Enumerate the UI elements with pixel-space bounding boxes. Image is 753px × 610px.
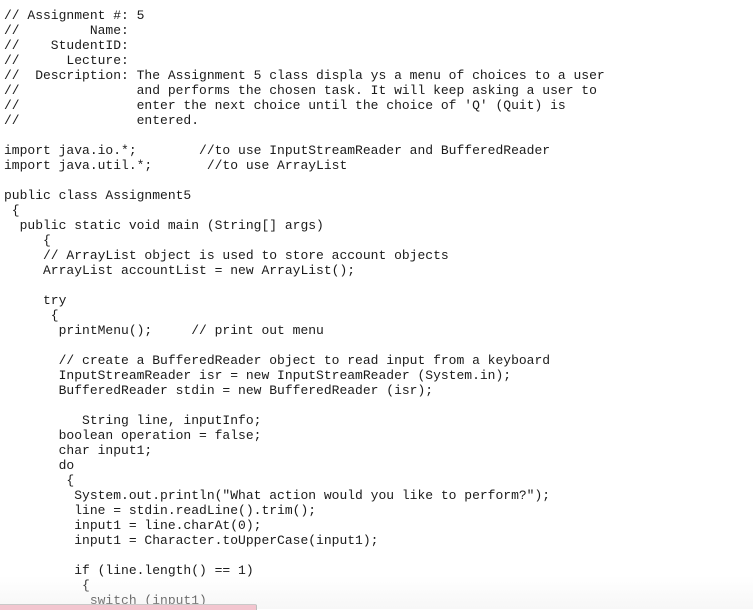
code-line-class-open-brace: {	[4, 203, 20, 218]
code-line-if-open-brace: {	[4, 578, 90, 593]
code-line-isr-decl: InputStreamReader isr = new InputStreamR…	[4, 368, 512, 383]
code-line-header-assignment: // Assignment #: 5	[4, 8, 145, 23]
code-line-arraylist-decl: ArrayList accountList = new ArrayList();	[4, 263, 356, 278]
code-line-try: try	[4, 293, 67, 308]
code-line-arraylist-comment: // ArrayList object is used to store acc…	[4, 248, 449, 263]
code-line-import-io: import java.io.*; //to use InputStreamRe…	[4, 143, 551, 158]
code-line-description-cont-1: // and performs the chosen task. It will…	[4, 83, 597, 98]
code-line-do-open-brace: {	[4, 473, 75, 488]
code-line-do: do	[4, 458, 75, 473]
code-line-class-declaration: public class Assignment5	[4, 188, 192, 203]
code-line-main-declaration: public static void main (String[] args)	[4, 218, 324, 233]
code-view: // Assignment #: 5// Name:// StudentID: /…	[4, 8, 605, 608]
code-line-print-menu: printMenu(); // print out menu	[4, 323, 324, 338]
code-line-boolean-decl: boolean operation = false;	[4, 428, 262, 443]
code-line-if-length: if (line.length() == 1)	[4, 563, 254, 578]
code-line-string-decl: String line, inputInfo;	[4, 413, 262, 428]
code-line-import-util: import java.util.*; //to use ArrayList	[4, 158, 348, 173]
code-line-println: System.out.println("What action would yo…	[4, 488, 551, 503]
code-line-description-cont-2: // enter the next choice until the choic…	[4, 98, 566, 113]
code-line-main-open-brace: {	[4, 233, 51, 248]
code-line-uppercase: input1 = Character.toUpperCase(input1);	[4, 533, 379, 548]
code-line-char-decl: char input1;	[4, 443, 153, 458]
code-line-try-open-brace: {	[4, 308, 59, 323]
code-line-header-lecture: // Lecture:	[4, 53, 129, 68]
code-line-reader-comment: // create a BufferedReader object to rea…	[4, 353, 551, 368]
code-line-stdin-decl: BufferedReader stdin = new BufferedReade…	[4, 383, 434, 398]
code-line-header-name: // Name:	[4, 23, 129, 38]
code-line-readline: line = stdin.readLine().trim();	[4, 503, 317, 518]
code-line-description-cont-3: // entered.	[4, 113, 200, 128]
code-line-header-studentid: // StudentID:	[4, 38, 129, 53]
code-line-charat: input1 = line.charAt(0);	[4, 518, 262, 533]
bottom-toolbar-strip[interactable]	[0, 604, 257, 610]
code-line-header-description: // Description: The Assignment 5 class d…	[4, 68, 605, 83]
